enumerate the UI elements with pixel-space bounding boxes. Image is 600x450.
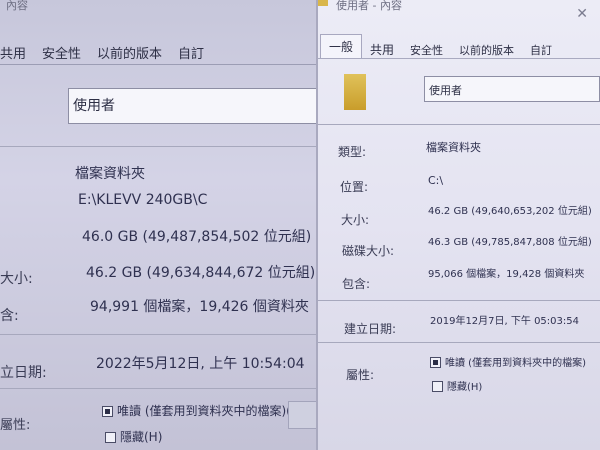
folder-icon [318,0,328,6]
contains-value: 94,991 個檔案，19,426 個資料夾 [90,299,309,315]
location-value: E:\KLEVV 240GB\C [78,192,208,208]
folder-icon-large [344,74,366,110]
attributes-label: 屬性: [0,418,31,433]
tab-security[interactable]: 安全性 [34,43,89,62]
readonly-checkbox[interactable] [102,406,113,417]
tab-strip: 共用 安全性 以前的版本 自訂 [0,40,318,62]
size-on-disk-value: 46.2 GB (49,634,844,672 位元組) [86,265,316,281]
size-value: 46.0 GB (49,487,854,502 位元組) [82,229,312,245]
window-title: 內容 [6,0,28,12]
hidden-checkbox[interactable] [432,381,443,392]
contains-label: 含: [0,308,19,324]
contains-value: 95,066 個檔案，19,428 個資料夾 [428,269,585,280]
attributes-label: 屬性: [346,368,375,382]
tab-divider [318,58,600,59]
section-divider [318,124,600,125]
title-bar: 內容 [0,0,318,22]
section-divider-3 [318,342,600,343]
created-value: 2019年12月7日, 下午 05:03:54 [430,316,579,327]
size-on-disk-value: 46.3 GB (49,785,847,808 位元組) [428,237,592,248]
section-divider-2 [318,300,600,301]
hidden-label: 隱藏(H) [120,430,163,444]
created-label: 立日期: [0,365,47,381]
tab-previous-versions[interactable]: 以前的版本 [89,43,170,62]
size-label: 大小: [341,213,370,227]
section-divider [0,146,318,147]
properties-dialog-right: 使用者 - 內容 ✕ 一般 共用 安全性 以前的版本 自訂 使用者 類型: 檔案… [318,0,600,450]
tab-security[interactable]: 安全性 [402,42,451,58]
size-on-disk-label: 磁碟大小: [342,244,395,258]
name-field[interactable]: 使用者 [68,88,318,124]
properties-dialog-left: 內容 共用 安全性 以前的版本 自訂 使用者 檔案資料夾 E:\KLEVV 24… [0,0,318,450]
readonly-label: 唯讀 (僅套用到資料夾中的檔案) [445,358,586,369]
created-value: 2022年5月12日, 上午 10:54:04 [96,356,305,372]
location-value: C:\ [428,174,444,187]
title-bar: 使用者 - 內容 ✕ [318,0,600,22]
tab-divider [0,64,318,65]
tab-sharing[interactable]: 共用 [0,43,34,62]
type-value: 檔案資料夾 [75,166,145,182]
readonly-label: 唯讀 (僅套用到資料夾中的檔案)(R) [117,404,304,418]
readonly-checkbox[interactable] [430,357,441,368]
type-value: 檔案資料夾 [426,141,481,154]
hidden-checkbox[interactable] [105,432,116,443]
window-title: 使用者 - 內容 [336,0,402,12]
location-label: 位置: [340,180,369,194]
tab-customize[interactable]: 自訂 [170,43,212,62]
type-label: 類型: [338,145,367,159]
tab-general[interactable]: 一般 [320,34,363,58]
hidden-label: 隱藏(H) [447,382,483,393]
size-value: 46.2 GB (49,640,653,202 位元組) [428,206,592,217]
size-on-disk-label: 大小: [0,271,33,287]
section-divider-2 [0,334,318,335]
advanced-button[interactable] [288,401,318,429]
contains-label: 包含: [342,277,371,291]
tab-strip: 一般 共用 安全性 以前的版本 自訂 [318,34,600,58]
created-label: 建立日期: [344,322,397,336]
close-icon[interactable]: ✕ [576,6,588,22]
tab-customize[interactable]: 自訂 [522,42,560,58]
tab-previous-versions[interactable]: 以前的版本 [451,42,522,58]
tab-sharing[interactable]: 共用 [362,41,402,58]
name-field[interactable]: 使用者 [424,76,600,102]
section-divider-3 [0,388,318,389]
